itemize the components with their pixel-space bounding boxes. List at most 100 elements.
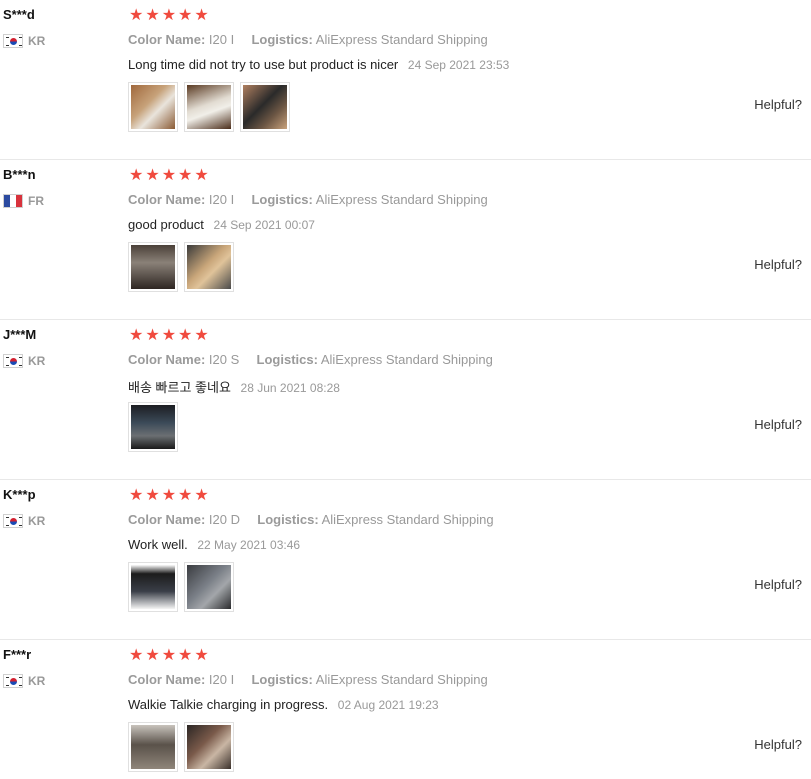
helpful-button[interactable]: Helpful? <box>754 417 802 432</box>
review-photos <box>128 722 234 772</box>
review-photos <box>128 242 234 292</box>
review-photo-thumbnail[interactable] <box>184 562 234 612</box>
star-icon: ★ <box>194 325 209 344</box>
logistics-label: Logistics: <box>257 512 319 527</box>
review-photo-image <box>187 725 231 769</box>
review-photo-thumbnail[interactable] <box>184 722 234 772</box>
helpful-button[interactable]: Helpful? <box>754 257 802 272</box>
review-photos <box>128 402 178 452</box>
logistics-label: Logistics: <box>251 32 313 47</box>
color-name-value: I20 I <box>208 192 235 207</box>
review-photos <box>128 82 290 132</box>
flag-icon <box>3 354 23 368</box>
star-icon: ★ <box>178 325 193 344</box>
review-photo-thumbnail[interactable] <box>184 82 234 132</box>
review-photo-image <box>187 85 231 129</box>
logistics-value: AliExpress Standard Shipping <box>321 512 494 527</box>
review-photo-thumbnail[interactable] <box>128 82 178 132</box>
review-text-row: good product 24 Sep 2021 00:07 <box>128 217 315 232</box>
reviewer-name: J***M <box>3 327 37 342</box>
reviewer-country: KR <box>3 353 45 369</box>
review-photo-image <box>131 85 175 129</box>
review-item: J***M KR ★ ★ ★ ★ ★ Color Name: I20 S Logisti… <box>0 320 811 480</box>
review-meta: Color Name: I20 I Logistics: AliExpress … <box>128 672 488 687</box>
flag-icon <box>3 514 23 528</box>
star-icon: ★ <box>145 325 160 344</box>
star-icon: ★ <box>129 645 144 664</box>
review-date: 24 Sep 2021 23:53 <box>407 58 510 72</box>
review-photo-image <box>131 245 175 289</box>
color-name-value: I20 S <box>208 352 240 367</box>
rating-stars: ★ ★ ★ ★ ★ <box>129 647 209 663</box>
logistics-value: AliExpress Standard Shipping <box>320 352 493 367</box>
review-photo-image <box>243 85 287 129</box>
star-icon: ★ <box>145 5 160 24</box>
star-icon: ★ <box>145 645 160 664</box>
review-photo-image <box>131 405 175 449</box>
review-item: B***n FR ★ ★ ★ ★ ★ Color Name: I20 I Logisti… <box>0 160 811 320</box>
flag-icon <box>3 34 23 48</box>
review-date: 28 Jun 2021 08:28 <box>240 381 340 395</box>
review-photo-thumbnail[interactable] <box>128 402 178 452</box>
review-text-row: 배송 빠르고 좋네요 28 Jun 2021 08:28 <box>128 377 340 396</box>
logistics-value: AliExpress Standard Shipping <box>315 672 488 687</box>
review-text: 배송 빠르고 좋네요 <box>128 380 231 395</box>
rating-stars: ★ ★ ★ ★ ★ <box>129 487 209 503</box>
star-icon: ★ <box>161 165 177 184</box>
review-item: K***p KR ★ ★ ★ ★ ★ Color Name: I20 D Logisti… <box>0 480 811 640</box>
review-text-row: Work well. 22 May 2021 03:46 <box>128 537 300 552</box>
star-icon: ★ <box>194 645 209 664</box>
star-icon: ★ <box>129 5 144 24</box>
reviewer-country: KR <box>3 513 45 529</box>
helpful-button[interactable]: Helpful? <box>754 97 802 112</box>
helpful-button[interactable]: Helpful? <box>754 737 802 752</box>
color-name-label: Color Name: <box>128 352 206 367</box>
review-meta: Color Name: I20 S Logistics: AliExpress … <box>128 352 493 367</box>
star-icon: ★ <box>194 485 209 504</box>
review-text-row: Walkie Talkie charging in progress. 02 A… <box>128 697 439 712</box>
country-code: KR <box>28 674 46 688</box>
review-photo-image <box>187 565 231 609</box>
star-icon: ★ <box>161 5 177 24</box>
review-text: Work well. <box>128 537 188 552</box>
color-name-label: Color Name: <box>128 32 206 47</box>
review-photo-image <box>131 565 175 609</box>
review-item: F***r KR ★ ★ ★ ★ ★ Color Name: I20 I Logisti… <box>0 640 811 779</box>
star-icon: ★ <box>145 485 160 504</box>
review-meta: Color Name: I20 D Logistics: AliExpress … <box>128 512 494 527</box>
review-date: 22 May 2021 03:46 <box>197 538 301 552</box>
review-meta: Color Name: I20 I Logistics: AliExpress … <box>128 192 488 207</box>
review-date: 02 Aug 2021 19:23 <box>337 698 439 712</box>
reviewer-name: F***r <box>3 647 32 662</box>
review-photo-thumbnail[interactable] <box>128 242 178 292</box>
reviewer-name: S***d <box>3 7 35 22</box>
review-photo-thumbnail[interactable] <box>128 722 178 772</box>
reviewer-name: K***p <box>3 487 36 502</box>
color-name-label: Color Name: <box>128 512 206 527</box>
color-name-value: I20 I <box>208 672 235 687</box>
reviewer-name: B***n <box>3 167 36 182</box>
star-icon: ★ <box>129 325 144 344</box>
star-icon: ★ <box>161 645 177 664</box>
helpful-button[interactable]: Helpful? <box>754 577 802 592</box>
review-meta: Color Name: I20 I Logistics: AliExpress … <box>128 32 488 47</box>
reviewer-country: KR <box>3 673 45 689</box>
review-photo-thumbnail[interactable] <box>184 242 234 292</box>
rating-stars: ★ ★ ★ ★ ★ <box>129 167 209 183</box>
color-name-value: I20 I <box>208 32 235 47</box>
reviewer-country: KR <box>3 33 45 49</box>
star-icon: ★ <box>194 5 209 24</box>
review-photo-image <box>187 245 231 289</box>
logistics-value: AliExpress Standard Shipping <box>315 32 488 47</box>
country-code: FR <box>28 194 44 208</box>
review-photos <box>128 562 234 612</box>
rating-stars: ★ ★ ★ ★ ★ <box>129 327 209 343</box>
review-photo-thumbnail[interactable] <box>240 82 290 132</box>
review-text: Long time did not try to use but product… <box>128 57 399 72</box>
review-photo-thumbnail[interactable] <box>128 562 178 612</box>
star-icon: ★ <box>178 645 193 664</box>
star-icon: ★ <box>129 485 144 504</box>
star-icon: ★ <box>145 165 160 184</box>
logistics-label: Logistics: <box>251 672 313 687</box>
star-icon: ★ <box>178 165 193 184</box>
